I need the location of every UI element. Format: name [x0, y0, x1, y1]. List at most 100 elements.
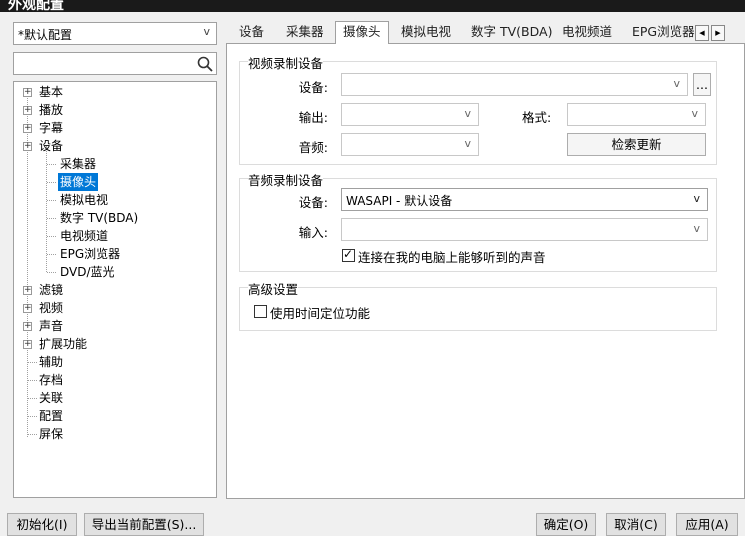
- tab-scroll-right-icon[interactable]: ▶: [711, 25, 725, 41]
- tree-subitem[interactable]: 采集器: [14, 155, 216, 173]
- tree-item[interactable]: + 基本: [14, 83, 216, 101]
- tab-bar: ◀ ▶ 设备 采集器 摄像头 模拟电视 数字 TV(BDA) 电视频道 EPG浏览器: [229, 21, 745, 44]
- chevron-down-icon: v: [673, 77, 680, 90]
- video-device-label: 设备:: [298, 80, 328, 95]
- advanced-group-title: 高级设置: [248, 279, 299, 298]
- tab-0[interactable]: 设备: [237, 22, 266, 44]
- title-bar: 外观配置: [0, 0, 745, 12]
- search-input[interactable]: [14, 53, 189, 74]
- loopback-label: 连接在我的电脑上能够听到的声音: [358, 250, 546, 265]
- tree-item-label: 模拟电视: [60, 193, 109, 207]
- tree-subitem[interactable]: DVD/蓝光: [14, 263, 216, 281]
- tab-6[interactable]: EPG浏览器: [630, 22, 697, 44]
- tab-4[interactable]: 数字 TV(BDA): [469, 22, 554, 44]
- tree-item-label: 声音: [39, 319, 64, 333]
- init-button[interactable]: 初始化(I): [7, 513, 77, 536]
- video-device-select[interactable]: v: [341, 73, 688, 96]
- settings-tree: + 基本 + 播放 + 字幕 + 设备 采集器 摄像头 模拟电视 数字 TV(BDA) 电视频道 EPG浏…: [13, 81, 217, 498]
- tree-connector: [47, 200, 56, 201]
- chevron-down-icon: v: [464, 107, 471, 120]
- expand-icon[interactable]: +: [23, 322, 32, 331]
- left-pane: *默认配置 v + 基本 + 播放 + 字幕 + 设备 采集器 摄像头 模拟电视 数字 TV(BDA)…: [0, 12, 224, 507]
- tree-subitem[interactable]: 数字 TV(BDA): [14, 209, 216, 227]
- search-box[interactable]: [13, 52, 217, 75]
- tree-connector: [28, 416, 37, 417]
- output-select[interactable]: v: [341, 103, 479, 126]
- tree-subitem[interactable]: 摄像头: [14, 173, 216, 191]
- format-select[interactable]: v: [567, 103, 706, 126]
- collapse-icon[interactable]: +: [23, 142, 32, 151]
- tree-item[interactable]: + 播放: [14, 101, 216, 119]
- apply-button[interactable]: 应用(A): [676, 513, 738, 536]
- audio-group-title: 音频录制设备: [248, 170, 324, 189]
- tab-2[interactable]: 摄像头: [335, 21, 389, 44]
- tree-item[interactable]: 配置: [14, 407, 216, 425]
- tree-item[interactable]: 辅助: [14, 353, 216, 371]
- audio-input-select[interactable]: v: [341, 218, 708, 241]
- tab-3[interactable]: 模拟电视: [399, 22, 453, 44]
- tab-1[interactable]: 采集器: [284, 22, 326, 44]
- tree-connector: [47, 164, 56, 165]
- tree-connector: [47, 254, 56, 255]
- ok-button[interactable]: 确定(O): [536, 513, 596, 536]
- search-icon[interactable]: [196, 55, 214, 73]
- output-label: 输出:: [298, 110, 328, 125]
- audio-device-value: WASAPI - 默认设备: [346, 194, 453, 208]
- audio-recording-group: 音频录制设备 设备: WASAPI - 默认设备 v 输入: v 连接在我的电脑…: [239, 170, 717, 272]
- audio-input-label: 输入:: [298, 225, 328, 240]
- tree-item-label: 设备: [39, 139, 64, 153]
- loopback-checkbox[interactable]: [342, 247, 355, 262]
- format-label: 格式:: [522, 110, 552, 125]
- chevron-down-icon: v: [464, 137, 471, 150]
- tree-connector: [47, 272, 56, 273]
- cancel-button[interactable]: 取消(C): [606, 513, 666, 536]
- tree-item-label: 配置: [39, 409, 64, 423]
- tree-item-label: EPG浏览器: [60, 247, 121, 261]
- tree-item-label: 字幕: [39, 121, 64, 135]
- tree-subitem[interactable]: 电视频道: [14, 227, 216, 245]
- tree-item[interactable]: 屏保: [14, 425, 216, 443]
- tab-5[interactable]: 电视频道: [560, 22, 614, 44]
- tree-subitem[interactable]: EPG浏览器: [14, 245, 216, 263]
- tree-item[interactable]: + 声音: [14, 317, 216, 335]
- tree-item[interactable]: 关联: [14, 389, 216, 407]
- video-recording-group: 视频录制设备 设备: v ... 输出: v 格式: v 音频: v 检索更新: [239, 53, 717, 165]
- tree-item-label: 摄像头: [58, 173, 99, 191]
- expand-icon[interactable]: +: [23, 106, 32, 115]
- tree-item[interactable]: + 字幕: [14, 119, 216, 137]
- video-group-title: 视频录制设备: [248, 53, 324, 72]
- settings-panel: 视频录制设备 设备: v ... 输出: v 格式: v 音频: v 检索更新 …: [226, 43, 745, 499]
- tree-item-label: DVD/蓝光: [60, 265, 115, 279]
- tree-connector: [47, 236, 56, 237]
- chevron-down-icon: v: [693, 222, 700, 235]
- tree-connector: [28, 380, 37, 381]
- tree-item-label: 采集器: [60, 157, 97, 171]
- tree-item[interactable]: + 视频: [14, 299, 216, 317]
- tree-item[interactable]: + 扩展功能: [14, 335, 216, 353]
- preset-value: *默认配置: [18, 28, 73, 42]
- timeshift-checkbox[interactable]: [254, 305, 267, 318]
- expand-icon[interactable]: +: [23, 340, 32, 349]
- tree-item-label: 存档: [39, 373, 64, 387]
- tree-item[interactable]: + 滤镜: [14, 281, 216, 299]
- expand-icon[interactable]: +: [23, 304, 32, 313]
- tree-item-label: 屏保: [39, 427, 64, 441]
- tree-subitem[interactable]: 模拟电视: [14, 191, 216, 209]
- audio-device-label: 设备:: [298, 195, 328, 210]
- export-config-button[interactable]: 导出当前配置(S)...: [84, 513, 204, 536]
- chevron-down-icon: v: [203, 25, 210, 38]
- tree-connector: [47, 218, 56, 219]
- preset-select[interactable]: *默认配置 v: [13, 22, 217, 45]
- tab-scroll-left-icon[interactable]: ◀: [695, 25, 709, 41]
- expand-icon[interactable]: +: [23, 124, 32, 133]
- video-audio-select[interactable]: v: [341, 133, 479, 156]
- expand-icon[interactable]: +: [23, 88, 32, 97]
- audio-device-select[interactable]: WASAPI - 默认设备 v: [341, 188, 708, 211]
- tree-item[interactable]: 存档: [14, 371, 216, 389]
- expand-icon[interactable]: +: [23, 286, 32, 295]
- refresh-button[interactable]: 检索更新: [567, 133, 706, 156]
- tree-item[interactable]: + 设备: [14, 137, 216, 155]
- tree-item-label: 扩展功能: [39, 337, 88, 351]
- browse-button[interactable]: ...: [693, 73, 711, 96]
- chevron-down-icon: v: [691, 107, 698, 120]
